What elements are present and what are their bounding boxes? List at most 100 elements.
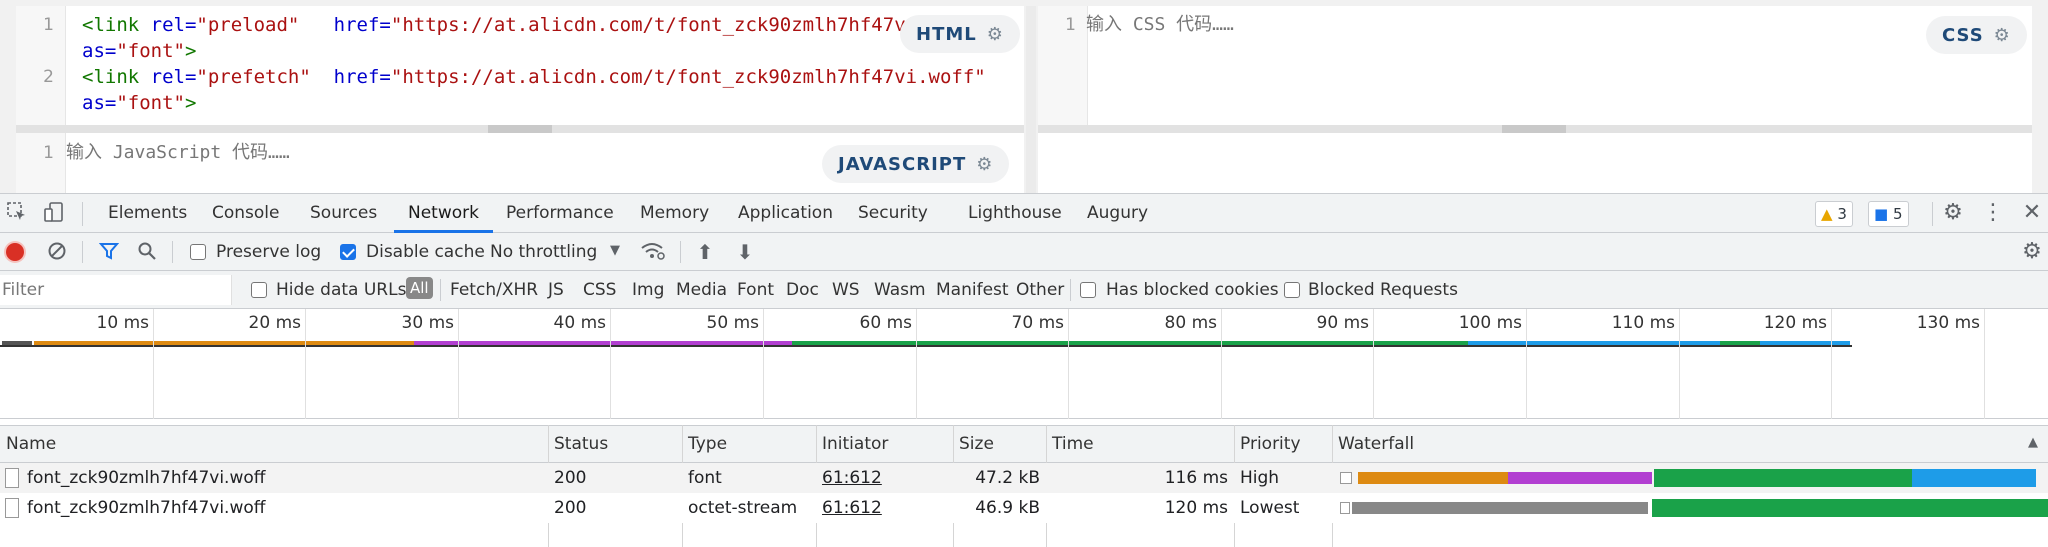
request-initiator[interactable]: 61:612 bbox=[822, 493, 882, 523]
tab-lighthouse[interactable]: Lighthouse bbox=[968, 194, 1062, 233]
divider bbox=[1070, 279, 1071, 301]
has-blocked-cookies-checkbox[interactable] bbox=[1080, 282, 1096, 298]
tab-application[interactable]: Application bbox=[738, 194, 833, 233]
css-placeholder[interactable]: 输入 CSS 代码…… bbox=[1086, 12, 1234, 38]
blocked-requests-label[interactable]: Blocked Requests bbox=[1308, 280, 1458, 300]
device-toolbar-icon[interactable] bbox=[42, 201, 66, 225]
import-har-icon[interactable]: ⬆ bbox=[694, 240, 716, 264]
html-settings-button[interactable]: HTML ⚙ bbox=[900, 15, 1020, 53]
hide-data-urls-label[interactable]: Hide data URLs bbox=[276, 280, 406, 300]
inspect-element-icon[interactable] bbox=[5, 201, 29, 225]
column-initiator[interactable]: Initiator bbox=[816, 426, 888, 463]
filter-css[interactable]: CSS bbox=[583, 280, 616, 300]
js-placeholder[interactable]: 输入 JavaScript 代码…… bbox=[66, 140, 290, 166]
network-conditions-icon[interactable] bbox=[640, 241, 666, 263]
tab-network[interactable]: Network bbox=[394, 194, 493, 233]
timeline-overview[interactable]: 10 ms 20 ms 30 ms 40 ms 50 ms 60 ms 70 ms 80 ms… bbox=[0, 309, 2048, 419]
css-editor-pane[interactable]: 1 输入 CSS 代码…… CSS ⚙ bbox=[1038, 6, 2032, 125]
warning-icon: ▲ bbox=[1821, 205, 1833, 223]
request-size: 47.2 kB bbox=[975, 468, 1040, 488]
filter-all[interactable]: All bbox=[406, 277, 433, 299]
disable-cache-checkbox[interactable] bbox=[340, 244, 356, 260]
warnings-counter[interactable]: ▲ 3 bbox=[1815, 201, 1853, 227]
hide-data-urls-checkbox[interactable] bbox=[251, 282, 267, 298]
request-name[interactable]: font_zck90zmlh7hf47vi.woff bbox=[27, 463, 265, 493]
close-devtools-icon[interactable]: ✕ bbox=[2022, 201, 2042, 225]
tab-augury[interactable]: Augury bbox=[1087, 194, 1148, 233]
filter-ws[interactable]: WS bbox=[832, 280, 860, 300]
code-line-2[interactable]: <link rel="prefetch" href="https://at.al… bbox=[82, 64, 986, 90]
table-row[interactable]: font_zck90zmlh7hf47vi.woff 200 octet-str… bbox=[0, 493, 2048, 523]
throttling-select[interactable]: No throttling bbox=[490, 242, 597, 262]
settings-gear-icon[interactable]: ⚙ bbox=[1940, 201, 1966, 225]
messages-count: 5 bbox=[1892, 205, 1903, 223]
tab-security[interactable]: Security bbox=[858, 194, 928, 233]
js-editor-pane[interactable]: 1 输入 JavaScript 代码…… JAVASCRIPT ⚙ bbox=[16, 133, 1024, 193]
column-name[interactable]: Name bbox=[0, 426, 56, 463]
tab-performance[interactable]: Performance bbox=[506, 194, 614, 233]
timeline-label: 130 ms bbox=[1916, 313, 1980, 333]
code-line-1-wrap[interactable]: as="font"> bbox=[82, 38, 196, 64]
filter-js[interactable]: JS bbox=[548, 280, 564, 300]
column-waterfall[interactable]: Waterfall bbox=[1332, 426, 1414, 463]
filter-other[interactable]: Other bbox=[1016, 280, 1064, 300]
javascript-settings-button[interactable]: JAVASCRIPT ⚙ bbox=[822, 145, 1010, 183]
scrollbar-thumb[interactable] bbox=[488, 125, 552, 133]
request-name[interactable]: font_zck90zmlh7hf47vi.woff bbox=[27, 493, 265, 523]
chevron-down-icon[interactable]: ▼ bbox=[610, 243, 620, 258]
request-status: 200 bbox=[554, 498, 587, 518]
filter-wasm[interactable]: Wasm bbox=[874, 280, 926, 300]
request-type: octet-stream bbox=[688, 498, 798, 518]
tab-elements[interactable]: Elements bbox=[108, 194, 187, 233]
filter-fetch-xhr[interactable]: Fetch/XHR bbox=[450, 280, 538, 300]
css-settings-button[interactable]: CSS ⚙ bbox=[1926, 16, 2027, 54]
waterfall-bar-waiting bbox=[1654, 469, 1912, 487]
column-time[interactable]: Time bbox=[1046, 426, 1094, 463]
blocked-requests-checkbox[interactable] bbox=[1284, 282, 1300, 298]
filter-font[interactable]: Font bbox=[737, 280, 774, 300]
more-options-icon[interactable]: ⋮ bbox=[1982, 201, 2004, 225]
scrollbar-thumb[interactable] bbox=[1502, 125, 1566, 133]
filter-input[interactable]: Filter bbox=[0, 275, 232, 305]
html-editor-pane[interactable]: 1 2 <link rel="preload" href="https://at… bbox=[16, 6, 1024, 125]
tab-sources[interactable]: Sources bbox=[310, 194, 377, 233]
export-har-icon[interactable]: ⬇ bbox=[734, 240, 756, 264]
record-button[interactable] bbox=[6, 243, 24, 261]
waterfall-bar-waiting bbox=[1652, 499, 2048, 517]
column-priority[interactable]: Priority bbox=[1234, 426, 1301, 463]
preserve-log-label[interactable]: Preserve log bbox=[216, 242, 321, 262]
tab-memory[interactable]: Memory bbox=[640, 194, 709, 233]
column-size[interactable]: Size bbox=[953, 426, 994, 463]
timeline-gridline bbox=[1068, 309, 1069, 419]
sort-ascending-icon[interactable]: ▲ bbox=[2028, 435, 2038, 450]
filter-media[interactable]: Media bbox=[676, 280, 727, 300]
clear-icon[interactable] bbox=[46, 241, 68, 263]
request-priority: High bbox=[1240, 468, 1280, 488]
request-initiator[interactable]: 61:612 bbox=[822, 463, 882, 493]
line-number: 1 bbox=[43, 15, 54, 35]
filter-doc[interactable]: Doc bbox=[786, 280, 819, 300]
timeline-label: 10 ms bbox=[96, 313, 149, 333]
tab-console[interactable]: Console bbox=[212, 194, 280, 233]
code-line-2-wrap[interactable]: as="font"> bbox=[82, 90, 196, 116]
editor-vertical-splitter[interactable] bbox=[1026, 6, 1036, 193]
filter-icon[interactable] bbox=[98, 241, 120, 263]
messages-counter[interactable]: ■ 5 bbox=[1868, 201, 1909, 227]
disable-cache-label[interactable]: Disable cache bbox=[366, 242, 485, 262]
waterfall-bar-queueing bbox=[1352, 502, 1648, 514]
filter-img[interactable]: Img bbox=[632, 280, 664, 300]
code-line-1[interactable]: <link rel="preload" href="https://at.ali… bbox=[82, 12, 986, 38]
has-blocked-cookies-label[interactable]: Has blocked cookies bbox=[1106, 280, 1279, 300]
network-settings-icon[interactable]: ⚙ bbox=[2020, 239, 2044, 265]
search-icon[interactable] bbox=[136, 241, 158, 263]
column-status[interactable]: Status bbox=[548, 426, 608, 463]
timeline-label: 110 ms bbox=[1611, 313, 1675, 333]
preserve-log-checkbox[interactable] bbox=[190, 244, 206, 260]
column-type[interactable]: Type bbox=[682, 426, 727, 463]
code-editors-area: 1 2 <link rel="preload" href="https://at… bbox=[0, 0, 2048, 193]
js-badge-label: JAVASCRIPT bbox=[838, 153, 967, 175]
filter-manifest[interactable]: Manifest bbox=[936, 280, 1009, 300]
table-row[interactable]: font_zck90zmlh7hf47vi.woff 200 font 61:6… bbox=[0, 463, 2048, 493]
timeline-gridline bbox=[458, 309, 459, 419]
divider bbox=[440, 279, 441, 301]
